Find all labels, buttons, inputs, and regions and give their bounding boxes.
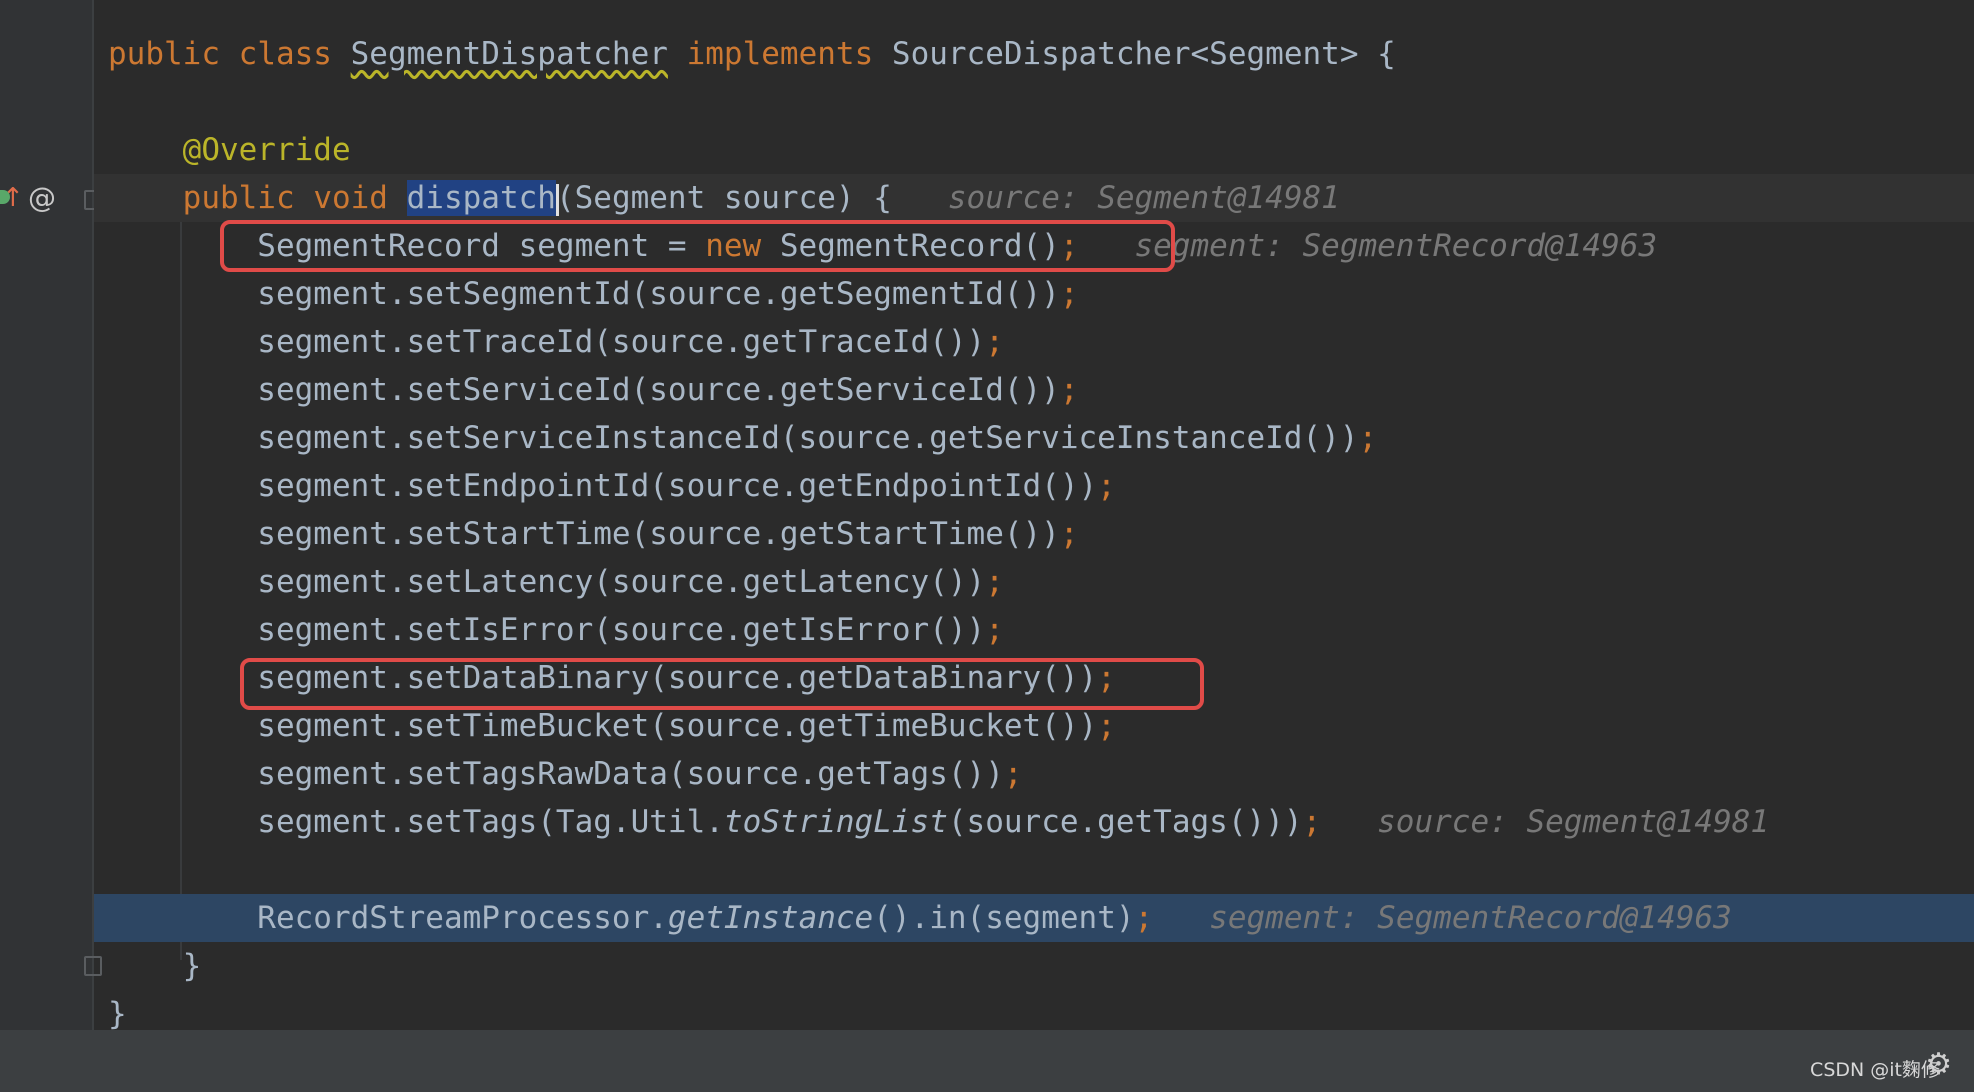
code-line-7[interactable]: segment.setTraceId(source.getTraceId()); [94, 318, 1974, 366]
code-token: segment.setServiceId(source.getServiceId… [108, 372, 1060, 408]
code-token: source: Segment@14981 [891, 180, 1340, 216]
code-line-2[interactable] [94, 78, 1974, 126]
highlight-box-segment-record [220, 220, 1175, 272]
code-token: segment.setTags(Tag.Util. [108, 804, 724, 840]
code-token: segment.setTraceId(source.getTraceId()) [108, 324, 986, 360]
watermark: CSDN @it麴修 [1810, 1059, 1940, 1081]
code-line-10[interactable]: segment.setEndpointId(source.getEndpoint… [94, 462, 1974, 510]
code-line-18[interactable] [94, 846, 1974, 894]
code-token: public [108, 36, 239, 72]
code-token: ; [985, 564, 1004, 600]
code-token: } [108, 948, 202, 984]
code-token: (Segment source) { [555, 180, 892, 216]
code-token: ; [1358, 420, 1378, 456]
code-token: ; [985, 324, 1004, 360]
code-token: segment.setTagsRawData(source.getTags()) [108, 756, 1004, 792]
code-token: @Override [182, 132, 351, 168]
code-token: segment.setLatency(source.getLatency()) [108, 564, 986, 600]
code-token: void [313, 180, 407, 216]
code-token: segment.setTimeBucket(source.getTimeBuck… [108, 708, 1098, 744]
editor-gutter[interactable]: ↑ @ [0, 0, 102, 1030]
override-method-icon[interactable]: @ [28, 184, 56, 212]
code-token: segment.setEndpointId(source.getEndpoint… [108, 468, 1098, 504]
code-line-13[interactable]: segment.setIsError(source.getIsError()); [94, 606, 1974, 654]
code-line-8[interactable]: segment.setServiceId(source.getServiceId… [94, 366, 1974, 414]
code-token: toStringList [723, 804, 948, 840]
code-token: ; [1302, 804, 1322, 840]
settings-gear-icon[interactable]: ⚙ [1925, 1047, 1952, 1082]
code-line-3[interactable]: @Override [94, 126, 1974, 174]
code-token: SegmentDispatcher [350, 36, 668, 72]
code-line-20[interactable]: } [94, 942, 1974, 990]
code-token: class [238, 36, 351, 72]
code-token: ; [1059, 372, 1079, 408]
code-token: segment.setSegmentId(source.getSegmentId… [108, 276, 1060, 312]
code-token: ; [985, 612, 1004, 648]
code-line-12[interactable]: segment.setLatency(source.getLatency()); [94, 558, 1974, 606]
code-token: ; [1059, 276, 1079, 312]
code-token: ; [1097, 468, 1116, 504]
code-token: ; [1059, 516, 1079, 552]
code-token: ; [1134, 900, 1154, 936]
code-token: ().in(segment) [873, 900, 1135, 936]
code-line-1[interactable]: public class SegmentDispatcher implement… [94, 30, 1974, 78]
code-token: segment.setServiceInstanceId(source.getS… [108, 420, 1359, 456]
code-line-9[interactable]: segment.setServiceInstanceId(source.getS… [94, 414, 1974, 462]
code-line-16[interactable]: segment.setTagsRawData(source.getTags())… [94, 750, 1974, 798]
code-token: } [108, 996, 127, 1032]
code-line-6[interactable]: segment.setSegmentId(source.getSegmentId… [94, 270, 1974, 318]
code-token: public [182, 180, 314, 216]
code-token: getInstance [667, 900, 874, 936]
highlight-box-set-data-binary [240, 658, 1204, 710]
code-token: SourceDispatcher<Segment> { [891, 36, 1396, 72]
code-token: implements [686, 36, 892, 72]
code-token: segment.setStartTime(source.getStartTime… [108, 516, 1060, 552]
code-token: ; [1097, 708, 1116, 744]
code-token: dispatch [406, 180, 556, 216]
status-bar: CSDN @it麴修 ⚙ [0, 1030, 1974, 1092]
code-line-19[interactable]: RecordStreamProcessor.getInstance().in(s… [94, 894, 1974, 942]
code-token: ; [1003, 756, 1023, 792]
code-token: (source.getTags())) [947, 804, 1303, 840]
code-token: segment.setIsError(source.getIsError()) [108, 612, 986, 648]
code-token: segment: SegmentRecord@14963 [1153, 900, 1732, 936]
code-line-17[interactable]: segment.setTags(Tag.Util.toStringList(so… [94, 798, 1974, 846]
code-line-11[interactable]: segment.setStartTime(source.getStartTime… [94, 510, 1974, 558]
code-editor[interactable]: ↑ @ public class SegmentDispatcher imple… [0, 0, 1974, 1032]
code-line-4[interactable]: public void dispatch(Segment source) { s… [94, 174, 1974, 222]
code-token: RecordStreamProcessor. [108, 900, 668, 936]
code-token: source: Segment@14981 [1321, 804, 1770, 840]
